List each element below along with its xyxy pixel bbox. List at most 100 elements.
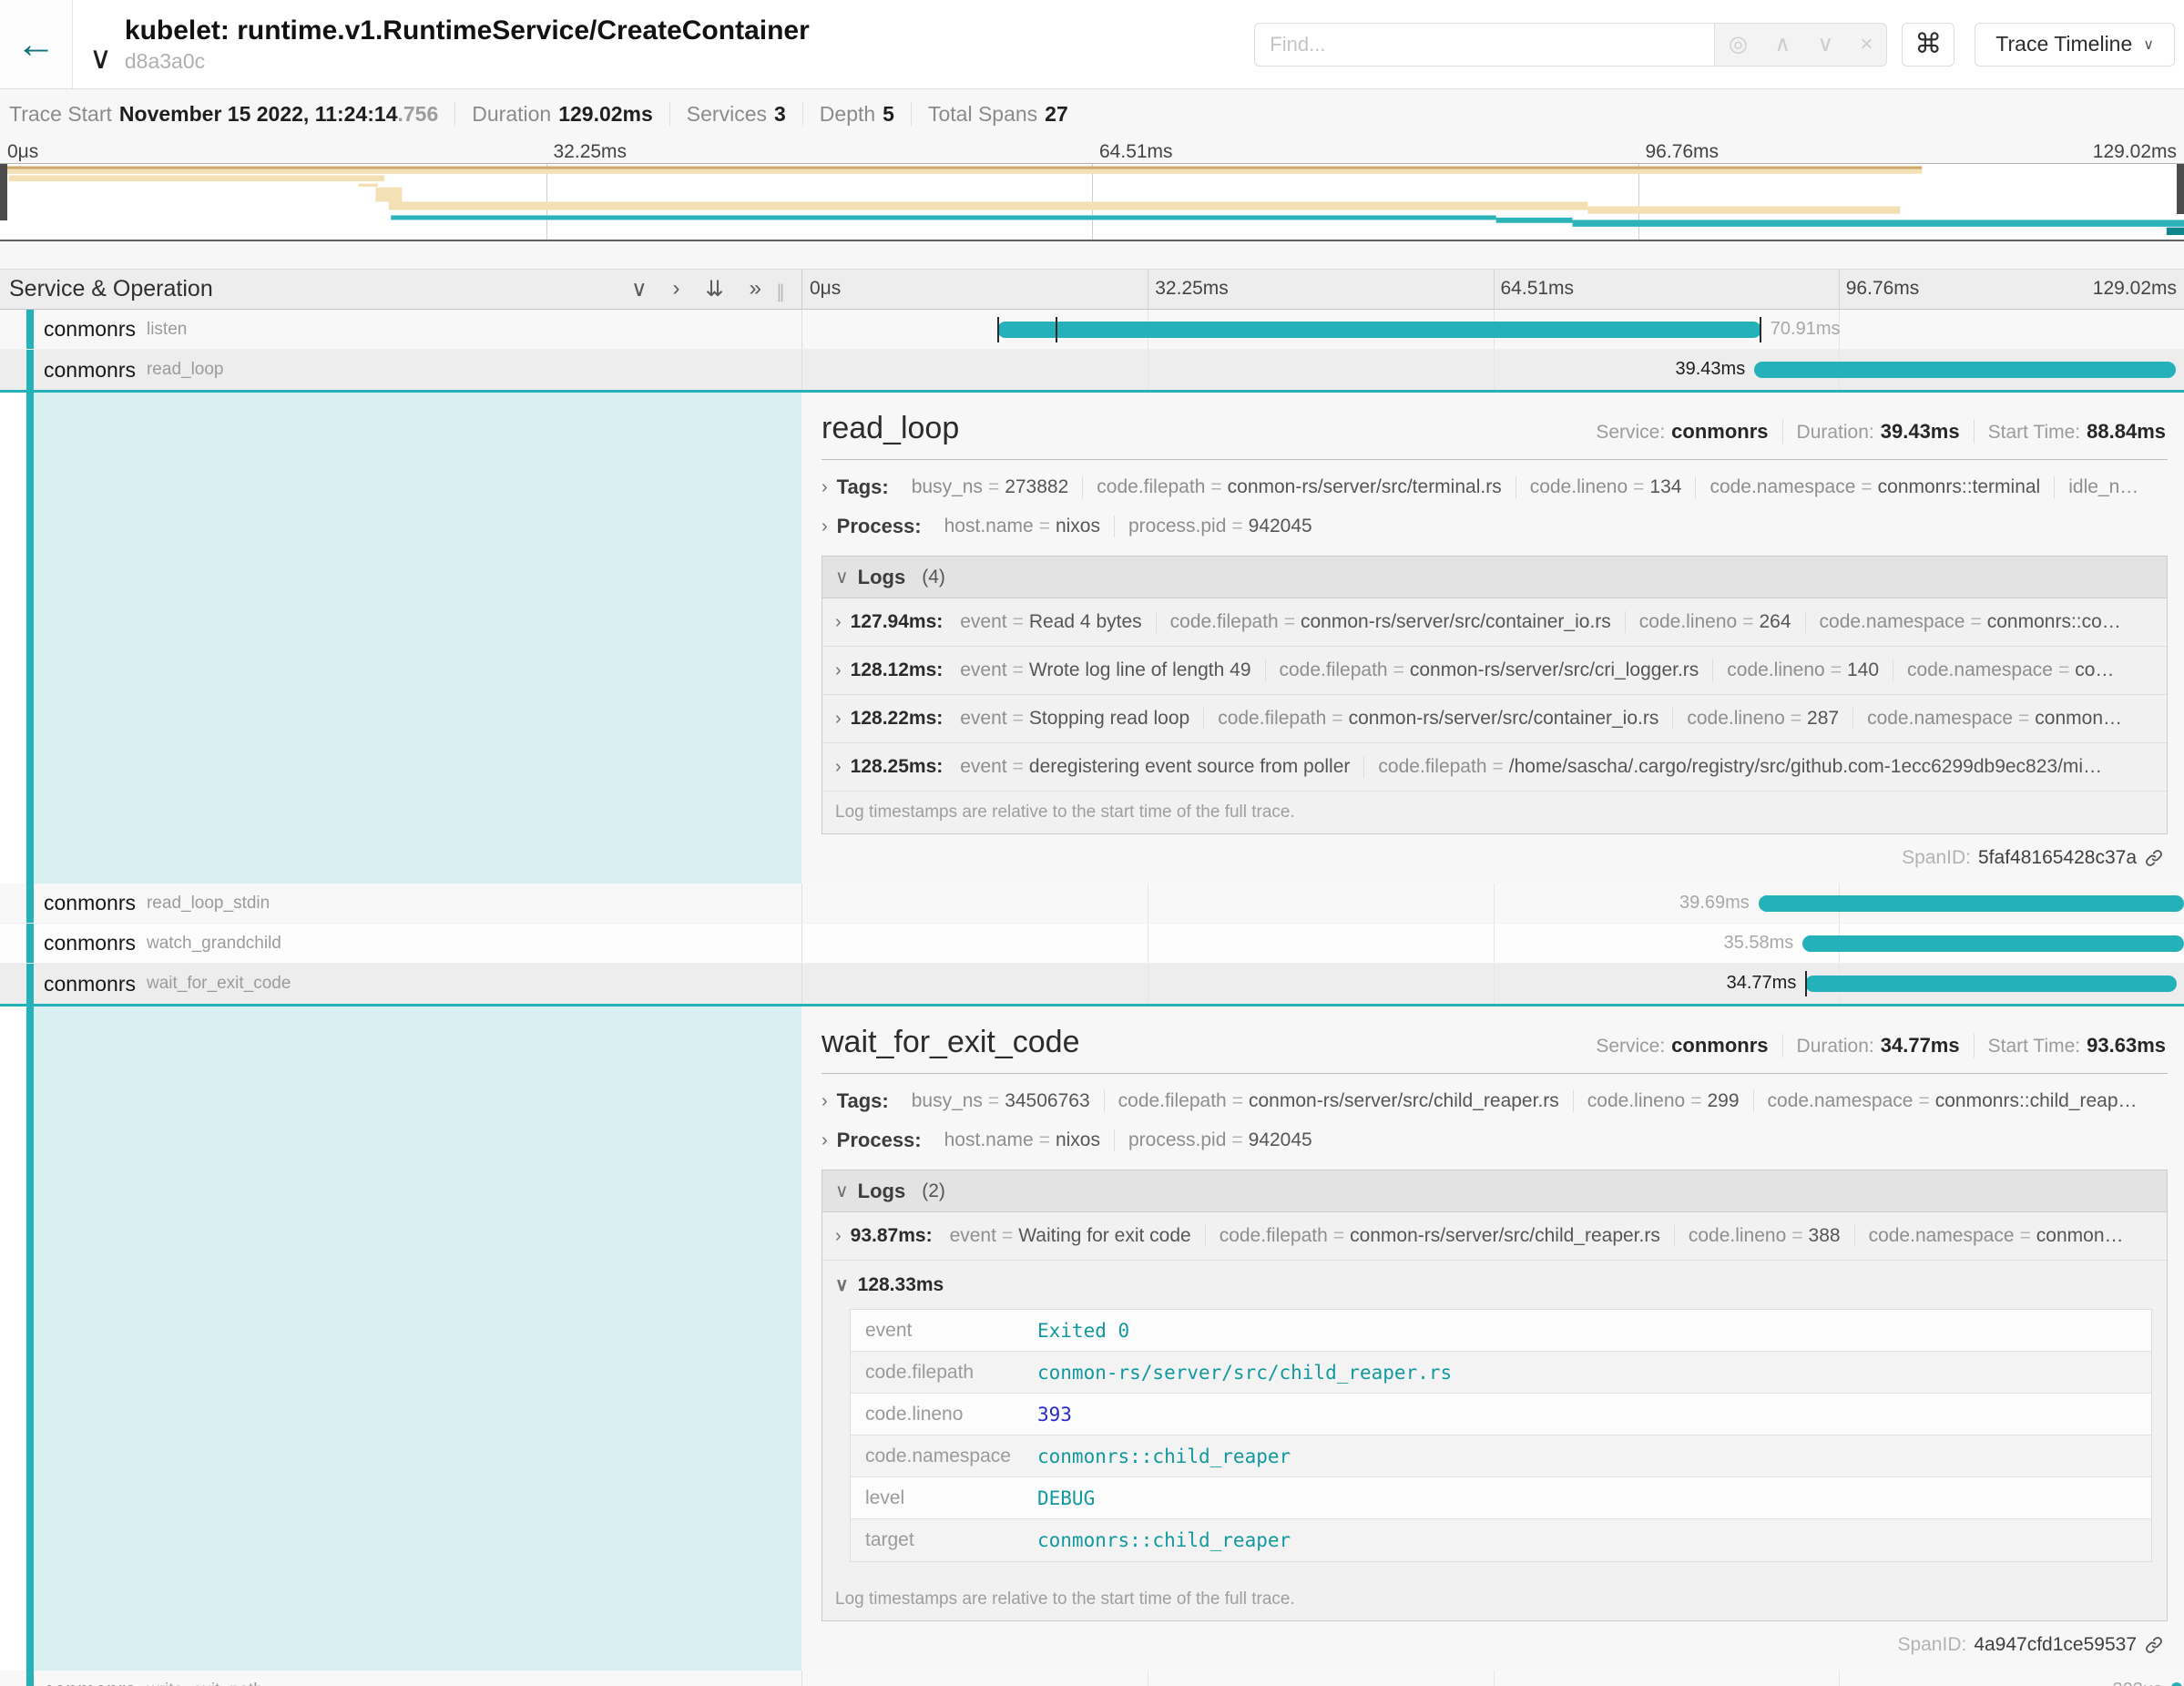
chevron-down-icon[interactable]: ∨ [835, 566, 849, 588]
tags-row[interactable]: ›Tags:busy_ns=273882code.filepath=conmon… [822, 475, 2168, 499]
span-name-cell[interactable]: conmonrswrite_exit_path [0, 1671, 801, 1686]
span-timeline-cell[interactable]: 39.43ms [801, 350, 2184, 390]
view-selector-button[interactable]: Trace Timeline ∨ [1975, 23, 2175, 66]
chevron-down-icon[interactable]: ∨ [835, 1180, 849, 1202]
kv-key: code.filepath [1118, 1090, 1227, 1111]
logs-section-header[interactable]: ∨Logs(4) [822, 557, 2167, 598]
kv-equals: = [983, 476, 1005, 497]
span-row[interactable]: conmonrsread_loop 39.43ms [0, 350, 2184, 390]
span-duration-label: 39.43ms [1676, 359, 1746, 380]
detail-meta-item: Duration:39.43ms [1783, 420, 1975, 444]
logs-section-header[interactable]: ∨Logs(2) [822, 1170, 2167, 1212]
span-name-cell[interactable]: conmonrsread_loop_stdin [0, 884, 801, 923]
chevron-down-icon[interactable]: ∨ [835, 1273, 849, 1296]
span-name-cell[interactable]: conmonrsread_loop [0, 350, 801, 390]
kv-value: Stopping read loop [1029, 708, 1189, 729]
process-row[interactable]: ›Process:host.name=nixosprocess.pid=9420… [822, 1129, 2168, 1152]
chevron-right-icon[interactable]: › [835, 709, 842, 730]
link-icon[interactable] [2144, 848, 2164, 868]
clear-search-icon[interactable]: × [1861, 32, 1873, 57]
chevron-right-icon[interactable]: › [822, 477, 828, 498]
kv-equals: = [2013, 708, 2035, 729]
log-field: code.lineno=388 [1674, 1225, 1854, 1247]
log-entry-row[interactable]: ›128.12ms:event=Wrote log line of length… [822, 647, 2167, 695]
link-icon[interactable] [2144, 1635, 2164, 1655]
span-name-cell[interactable]: conmonrslisten [0, 310, 801, 349]
span-duration-bar[interactable] [1805, 976, 2177, 992]
log-entry-row[interactable]: ›93.87ms:event=Waiting for exit codecode… [822, 1212, 2167, 1261]
summary-value: 3 [774, 102, 786, 126]
span-duration-bar[interactable] [1759, 895, 2184, 912]
next-result-icon[interactable]: ∨ [1818, 31, 1834, 57]
chevron-right-icon[interactable]: › [822, 516, 828, 537]
span-timeline-cell[interactable]: 39.69ms [801, 884, 2184, 923]
process-label: Process: [837, 515, 922, 538]
kv-equals: = [1825, 659, 1847, 680]
span-row[interactable]: conmonrswait_for_exit_code34.77ms [0, 964, 2184, 1004]
trace-minimap[interactable] [0, 163, 2184, 241]
chevron-right-icon[interactable]: › [835, 612, 842, 633]
collapse-one-icon[interactable]: ∨ [631, 276, 648, 302]
expanded-log-header[interactable]: ∨128.33ms [822, 1261, 2167, 1303]
span-row[interactable]: conmonrswrite_exit_path303μs [0, 1671, 2184, 1686]
span-name-cell[interactable]: conmonrswatch_grandchild [0, 924, 801, 963]
minimap-scrubber-handle[interactable] [0, 164, 7, 220]
chevron-right-icon[interactable]: › [835, 660, 842, 681]
chevron-right-icon[interactable]: › [822, 1091, 828, 1112]
tag-pill: code.namespace=conmonrs::child_reap… [1753, 1090, 2151, 1112]
summary-value: November 15 2022, 11:24:14 [119, 102, 398, 126]
log-field-list: event=deregistering event source from po… [946, 756, 2116, 778]
span-row[interactable]: conmonrslisten70.91ms [0, 310, 2184, 350]
locate-span-icon[interactable]: ◎ [1729, 31, 1748, 57]
find-input[interactable] [1254, 23, 1714, 66]
column-resizer[interactable]: ∥ [776, 281, 785, 303]
process-row[interactable]: ›Process:host.name=nixosprocess.pid=9420… [822, 515, 2168, 538]
log-entry-row[interactable]: ›128.22ms:event=Stopping read loopcode.f… [822, 695, 2167, 743]
kv-value: Read 4 bytes [1029, 611, 1142, 632]
log-entry-row[interactable]: ›128.25ms:event=deregistering event sour… [822, 743, 2167, 792]
span-timeline-cell[interactable]: 303μs [801, 1671, 2184, 1686]
kv-value: 134 [1649, 476, 1681, 497]
meta-value: conmonrs [1671, 1034, 1768, 1057]
span-color-bar [26, 924, 34, 963]
time-tick-label: 64.51ms [1501, 278, 1575, 300]
span-duration-bar[interactable] [1802, 935, 2184, 952]
kv-value: Waiting for exit code [1018, 1225, 1190, 1246]
kv-key: idle_n… [2068, 476, 2138, 497]
waterfall-header: Service & Operation ∨›⇊» ∥ 0μs32.25ms64.… [0, 269, 2184, 310]
span-timeline-cell[interactable]: 34.77ms [801, 964, 2184, 1004]
span-duration-bar[interactable] [2171, 1682, 2181, 1686]
span-name-cell[interactable]: conmonrswait_for_exit_code [0, 964, 801, 1004]
keyboard-shortcuts-button[interactable]: ⌘ [1902, 23, 1954, 66]
time-tick-label: 32.25ms [1155, 278, 1229, 300]
minimap-scrubber-handle[interactable] [2177, 164, 2184, 214]
span-timeline-cell[interactable]: 70.91ms [801, 310, 2184, 349]
tags-row[interactable]: ›Tags:busy_ns=34506763code.filepath=conm… [822, 1089, 2168, 1113]
log-field-list: event=Stopping read loopcode.filepath=co… [946, 708, 2136, 730]
chevron-right-icon[interactable]: › [835, 1226, 842, 1247]
back-arrow-icon: ← [16, 22, 56, 67]
prev-result-icon[interactable]: ∧ [1774, 31, 1791, 57]
kv-value: conmon-rs/server/src/container_io.rs [1301, 611, 1611, 632]
span-color-bar [26, 393, 34, 884]
kv-key: code.lineno [1687, 708, 1784, 729]
chevron-right-icon[interactable]: › [835, 757, 842, 778]
chevron-right-icon[interactable]: › [822, 1130, 828, 1151]
trace-header: ← ∨ kubelet: runtime.v1.RuntimeService/C… [0, 0, 2184, 88]
kv-key: busy_ns [912, 1090, 983, 1111]
minimap-spacer [0, 241, 2184, 269]
expand-all-icon[interactable]: » [750, 276, 761, 302]
span-detail-panel: wait_for_exit_codeService:conmonrsDurati… [801, 1006, 2184, 1671]
span-duration-bar[interactable] [997, 322, 1761, 338]
log-entry-row[interactable]: ›127.94ms:event=Read 4 bytescode.filepat… [822, 598, 2167, 647]
back-button[interactable]: ← [0, 0, 73, 88]
span-duration-bar[interactable] [1754, 362, 2176, 378]
collapse-all-icon[interactable]: ⇊ [706, 276, 724, 302]
span-row[interactable]: conmonrswatch_grandchild35.58ms [0, 924, 2184, 964]
span-timeline-cell[interactable]: 35.58ms [801, 924, 2184, 963]
expand-one-icon[interactable]: › [673, 276, 680, 302]
span-rows: conmonrslisten70.91msconmonrsread_loop 39… [0, 310, 2184, 1686]
span-color-bar [26, 964, 34, 1004]
span-row[interactable]: conmonrsread_loop_stdin39.69ms [0, 884, 2184, 924]
kv-key: code.filepath [1220, 1225, 1328, 1246]
